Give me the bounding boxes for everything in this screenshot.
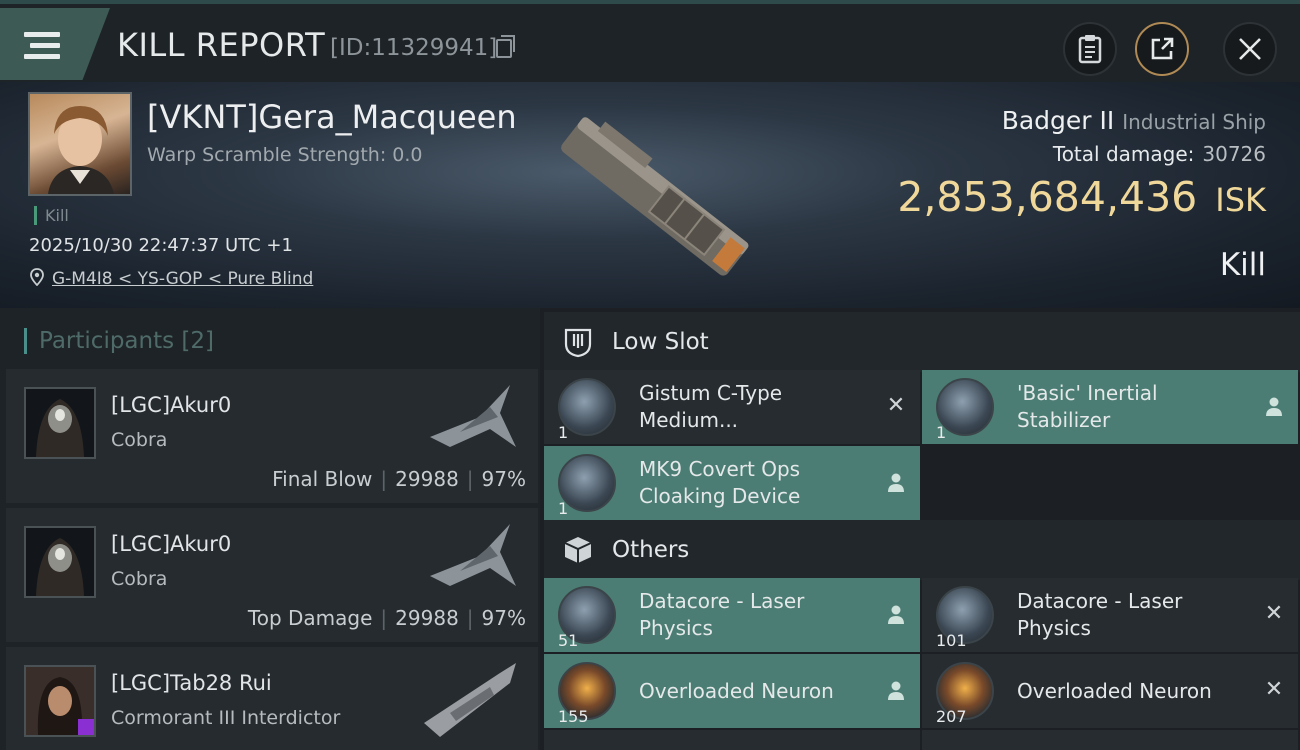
participant-ship: Cormorant III Interdictor (111, 707, 341, 729)
total-damage: Total damage: 30726 (1053, 142, 1266, 166)
victim-ship-image (561, 117, 749, 276)
close-button[interactable] (1223, 22, 1277, 76)
participant-ship-image (430, 524, 516, 586)
clipboard-button[interactable] (1063, 22, 1117, 76)
menu-tab[interactable] (0, 8, 110, 80)
participant-role: Final Blow (272, 467, 373, 491)
item-name: 'Basic' Inertial Stabilizer (1017, 381, 1158, 432)
share-button[interactable] (1135, 22, 1189, 76)
top-bar: KILL REPORT [ID:11329941] (0, 0, 1300, 82)
fitting-item[interactable] (544, 730, 920, 750)
kill-location-link[interactable]: G-M4I8 < YS-GOP < Pure Blind (52, 269, 313, 289)
victim-pilot-name[interactable]: [VKNT]Gera_Macqueen (147, 98, 517, 136)
participant-stats: Top Damage | 29988 | 97% (248, 606, 526, 630)
participant-ship: Cobra (111, 568, 168, 590)
hamburger-icon[interactable] (24, 32, 60, 60)
item-name: Datacore - Laser Physics (639, 589, 805, 640)
map-pin-icon (30, 268, 44, 286)
item-name: Gistum C-Type Medium... (639, 381, 783, 432)
item-quantity: 101 (936, 631, 967, 650)
participant-ship: Cobra (111, 429, 168, 451)
participant-stats: Final Blow | 29988 | 97% (272, 467, 526, 491)
item-name: Overloaded Neuron (1017, 679, 1212, 703)
person-icon (888, 605, 904, 624)
warp-scramble-strength: Warp Scramble Strength: 0.0 (147, 144, 423, 166)
participant-percent: 97% (481, 606, 526, 630)
isk-amount: 2,853,684,436 (897, 173, 1198, 221)
item-quantity: 155 (558, 707, 589, 726)
clipboard-icon (1078, 35, 1102, 64)
others-section-header: Others (544, 520, 1300, 580)
victim-ship[interactable]: Badger II Industrial Ship (1002, 106, 1266, 135)
fitting-item[interactable]: 1 Gistum C-Type Medium... ✕ (544, 370, 920, 444)
close-icon (1239, 38, 1261, 60)
others-label: Others (612, 537, 690, 563)
fitting-item[interactable]: 51 Datacore - Laser Physics (544, 578, 920, 652)
stats-divider: | (466, 606, 474, 630)
isk-value: 2,853,684,436 ISK (897, 173, 1266, 221)
participant-card[interactable]: [LGC]Akur0 Cobra Top Damage | 29988 | 97% (6, 508, 538, 642)
cube-icon (564, 537, 592, 563)
report-id: [ID:11329941] (330, 35, 498, 61)
stats-divider: | (466, 467, 474, 491)
fitting-item[interactable]: 1 MK9 Covert Ops Cloaking Device (544, 446, 920, 520)
low-slot-section-header: Low Slot (544, 312, 1300, 372)
x-icon: ✕ (1264, 677, 1284, 702)
fitting-item[interactable] (922, 730, 1298, 750)
victim-avatar[interactable] (28, 92, 132, 196)
participant-card[interactable]: [LGC]Akur0 Cobra Final Blow | 29988 | 97% (6, 369, 538, 503)
participant-damage: 29988 (395, 606, 459, 630)
participant-avatar (24, 665, 96, 737)
participant-damage: 29988 (395, 467, 459, 491)
total-damage-value: 30726 (1202, 142, 1266, 166)
participants-label: Participants (39, 328, 175, 354)
x-icon: ✕ (886, 393, 906, 418)
item-quantity: 1 (558, 499, 569, 518)
item-name: Datacore - Laser Physics (1017, 589, 1183, 640)
item-quantity: 207 (936, 707, 967, 726)
copy-icon[interactable] (496, 35, 515, 58)
low-slot-icon (564, 328, 592, 358)
kill-tag: Kill (34, 206, 69, 225)
fitting-item[interactable]: 101 Datacore - Laser Physics ✕ (922, 578, 1298, 652)
item-name: Overloaded Neuron (639, 679, 834, 703)
participant-ship-image (424, 663, 516, 737)
participant-role: Top Damage (247, 606, 373, 630)
page-title: KILL REPORT (117, 26, 326, 64)
participant-avatar (24, 387, 96, 459)
participant-ship-image (430, 385, 516, 447)
participant-card[interactable]: [LGC]Tab28 Rui Cormorant III Interdictor (6, 647, 538, 750)
person-icon (888, 473, 904, 492)
person-icon (1266, 397, 1282, 416)
item-name: MK9 Covert Ops Cloaking Device (639, 457, 801, 508)
x-icon: ✕ (1264, 601, 1284, 626)
victim-ship-name: Badger II (1001, 106, 1115, 135)
victim-ship-class: Industrial Ship (1122, 110, 1266, 134)
participant-percent: 97% (481, 467, 526, 491)
participants-count: [2] (181, 328, 215, 354)
person-icon (888, 681, 904, 700)
stats-divider: | (380, 467, 388, 491)
stats-divider: | (380, 606, 388, 630)
share-icon (1151, 37, 1174, 60)
fitting-item[interactable]: 155 Overloaded Neuron (544, 654, 920, 728)
total-damage-label: Total damage: (1052, 142, 1195, 166)
participant-name: [LGC]Tab28 Rui (111, 671, 272, 695)
fitting-item[interactable]: 207 Overloaded Neuron ✕ (922, 654, 1298, 728)
item-quantity: 1 (936, 423, 947, 442)
item-quantity: 51 (558, 631, 579, 650)
participant-avatar (24, 526, 96, 598)
participant-name: [LGC]Akur0 (111, 532, 232, 556)
participants-header: Participants [2] (24, 328, 214, 354)
low-slot-label: Low Slot (612, 329, 709, 355)
item-quantity: 1 (558, 423, 569, 442)
kill-result: Kill (1219, 247, 1266, 283)
participant-name: [LGC]Akur0 (111, 393, 232, 417)
kill-timestamp: 2025/10/30 22:47:37 UTC +1 (29, 235, 293, 256)
fitting-item[interactable]: 1 'Basic' Inertial Stabilizer (922, 370, 1298, 444)
isk-unit: ISK (1215, 181, 1266, 219)
